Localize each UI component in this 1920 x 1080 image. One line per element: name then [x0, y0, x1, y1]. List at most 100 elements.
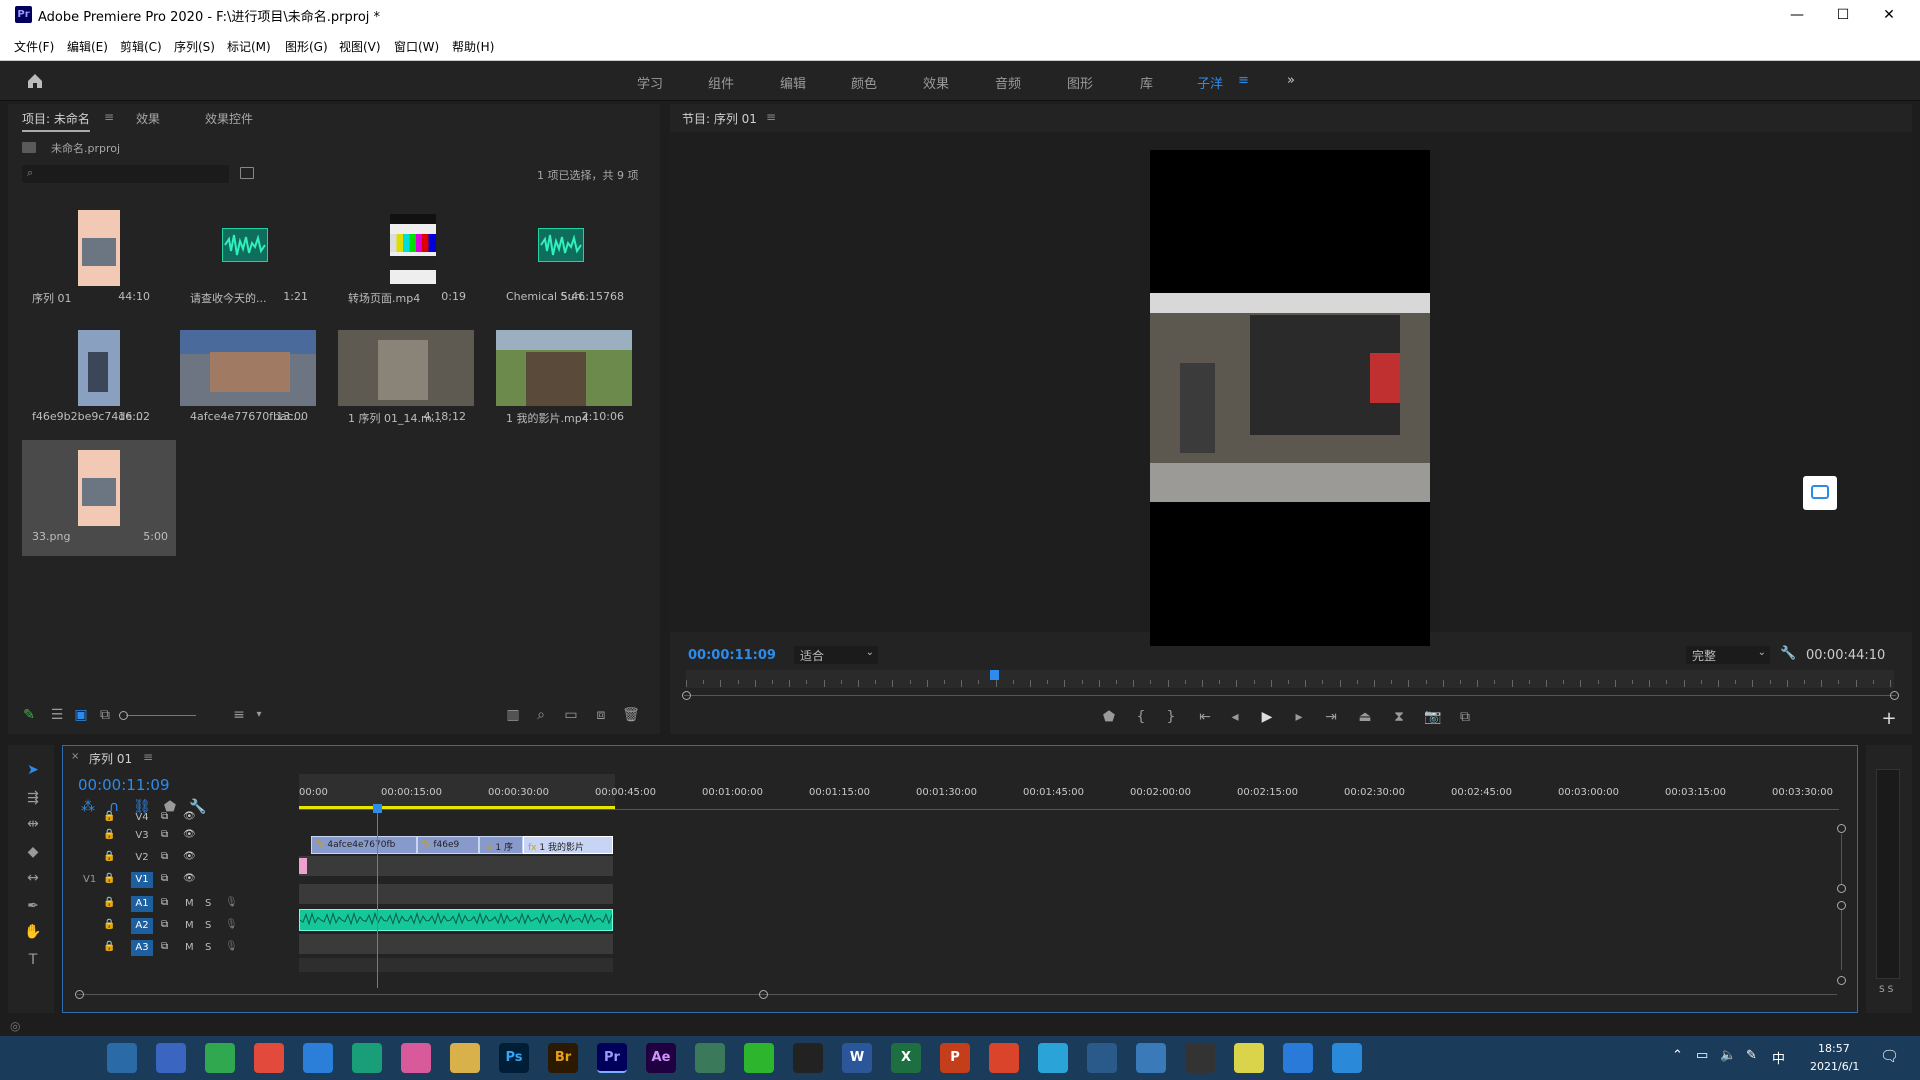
clock-time[interactable]: 18:57 [1818, 1042, 1850, 1055]
taskbar-qq-icon[interactable] [793, 1043, 823, 1073]
taskbar-pr-icon[interactable]: Pr [597, 1043, 627, 1073]
volume-icon[interactable]: 🔈 [1720, 1048, 1736, 1063]
minimize-button[interactable]: — [1774, 0, 1820, 30]
hand-tool-icon[interactable]: ✋ [24, 923, 42, 941]
project-item[interactable]: 请查收今天的... 1:21 [180, 200, 316, 305]
ime-indicator[interactable]: 中 [1772, 1048, 1785, 1067]
menu-edit[interactable]: 编辑(E) [67, 38, 108, 55]
new-bin-icon[interactable]: ▭ [562, 706, 580, 724]
v-zoom-handle-mid[interactable] [1837, 884, 1846, 893]
comparison-view-icon[interactable]: ⧉ [1456, 708, 1474, 726]
a-zoom-handle-bottom[interactable] [1837, 976, 1846, 985]
taskbar-br-icon[interactable]: Br [548, 1043, 578, 1073]
taskbar-search-icon[interactable] [58, 1043, 88, 1073]
mute-button[interactable]: M [185, 920, 194, 931]
project-search-input[interactable]: ⌕ [22, 165, 229, 183]
zoom-level-select[interactable]: 适合 ⌄ [794, 646, 878, 664]
icon-view-icon[interactable]: ▣ [72, 706, 90, 724]
a-zoom-scroll[interactable] [1841, 910, 1842, 970]
menu-view[interactable]: 视图(V) [339, 38, 381, 55]
taskbar-edge-icon[interactable] [303, 1043, 333, 1073]
program-viewport[interactable] [670, 132, 1912, 646]
microphone-icon[interactable]: 🎙 [225, 919, 238, 930]
workspace-editing[interactable]: 编辑 [780, 73, 806, 92]
workspace-effects[interactable]: 效果 [923, 73, 949, 92]
sync-lock-icon[interactable]: ⧉ [161, 919, 168, 930]
project-item[interactable]: 1 序列 01_14.m... 4;18;12 [338, 320, 474, 425]
taskbar-obs-icon[interactable] [1185, 1043, 1215, 1073]
project-item[interactable]: 转场页面.mp4 0:19 [338, 200, 474, 305]
lock-icon[interactable]: 🔒 [103, 829, 115, 840]
taskbar-snip-icon[interactable] [1136, 1043, 1166, 1073]
lock-icon[interactable]: 🔒 [103, 811, 115, 822]
taskbar-play-icon[interactable] [1038, 1043, 1068, 1073]
more-workspaces-button[interactable]: » [1287, 73, 1295, 88]
taskbar-w-icon[interactable]: W [842, 1043, 872, 1073]
workspace-audio[interactable]: 音频 [995, 73, 1021, 92]
taskbar-ae-icon[interactable]: Ae [646, 1043, 676, 1073]
razor-tool-icon[interactable]: ◆ [24, 843, 42, 861]
video-clip[interactable]: fx 4afce4e7670fb [311, 836, 417, 854]
taskbar-paint-icon[interactable] [401, 1043, 431, 1073]
taskbar-monitor-icon[interactable] [1332, 1043, 1362, 1073]
extract-icon[interactable]: ⧗ [1390, 708, 1408, 726]
track-target-toggle[interactable]: V4 [131, 810, 153, 826]
timeline-h-scrollbar[interactable] [77, 994, 1837, 995]
track-select-tool-icon[interactable]: ⇶ [24, 789, 42, 807]
workspace-menu-icon[interactable]: ≡ [1238, 73, 1249, 88]
taskbar-feishu-icon[interactable] [1283, 1043, 1313, 1073]
menu-marker[interactable]: 标记(M) [227, 38, 271, 55]
sync-lock-icon[interactable]: ⧉ [161, 811, 168, 822]
tracks-area[interactable]: fx 4afce4e7670fb fx f46e9 fx 1 序 fx 1 我的… [299, 810, 1599, 988]
taskbar-start-icon[interactable] [9, 1043, 39, 1073]
taskbar-code-icon[interactable] [1087, 1043, 1117, 1073]
taskbar-app2-icon[interactable] [695, 1043, 725, 1073]
zoom-slider-handle[interactable] [119, 711, 128, 720]
v1-clip-start[interactable] [299, 858, 307, 874]
track-target-toggle[interactable]: A2 [131, 918, 153, 934]
lock-icon[interactable]: 🔒 [103, 897, 115, 908]
zoom-scrollbar-handle-left[interactable] [682, 691, 691, 700]
timeline-tab-menu-icon[interactable]: ≡ [143, 750, 153, 764]
program-scrub-bar[interactable] [686, 670, 1894, 688]
pencil-icon[interactable]: ✎ [20, 706, 38, 724]
menu-file[interactable]: 文件(F) [14, 38, 54, 55]
v-zoom-scroll[interactable] [1841, 834, 1842, 884]
slip-tool-icon[interactable]: ↔ [24, 869, 42, 887]
workspace-custom[interactable]: 子洋 [1197, 73, 1223, 92]
project-item[interactable]: 序列 01 44:10 [22, 200, 158, 305]
automate-sequence-icon[interactable]: ▥ [504, 706, 522, 724]
lift-icon[interactable]: ⏏ [1356, 708, 1374, 726]
h-zoom-handle-right[interactable] [759, 990, 768, 999]
solo-button[interactable]: S [205, 898, 211, 909]
taskbar-photos-icon[interactable] [205, 1043, 235, 1073]
taskbar-chrome-icon[interactable] [254, 1043, 284, 1073]
taskbar-app-icon[interactable] [156, 1043, 186, 1073]
clock-date[interactable]: 2021/6/1 [1810, 1060, 1859, 1073]
chevron-up-icon[interactable]: ⌃ [1672, 1048, 1683, 1063]
sort-dropdown-icon[interactable]: ▾ [250, 706, 268, 724]
sync-lock-icon[interactable]: ⧉ [161, 873, 168, 884]
sync-lock-icon[interactable]: ⧉ [161, 941, 168, 952]
project-item[interactable]: 1 我的影片.mp4 2:10:06 [496, 320, 632, 425]
solo-button[interactable]: S [205, 920, 211, 931]
workspace-learn[interactable]: 学习 [637, 73, 663, 92]
new-item-icon[interactable]: ⧈ [592, 706, 610, 724]
track-target-toggle[interactable]: V2 [131, 850, 153, 866]
microphone-icon[interactable]: 🎙 [225, 897, 238, 908]
network-icon[interactable]: ▭ [1696, 1048, 1708, 1063]
tab-program[interactable]: 节目: 序列 01 [682, 110, 757, 127]
timeline-playhead[interactable] [373, 804, 382, 813]
zoom-slider[interactable] [126, 715, 196, 716]
eye-icon[interactable]: 👁 [183, 829, 196, 840]
project-item[interactable]: 4afce4e77670fbac... 13:00 [180, 320, 316, 423]
taskbar-x-icon[interactable]: X [891, 1043, 921, 1073]
button-editor-plus-icon[interactable]: + [1880, 710, 1898, 728]
step-back-icon[interactable]: ◂ [1226, 708, 1244, 726]
taskbar-xmind-icon[interactable] [989, 1043, 1019, 1073]
track-target-toggle[interactable]: V1 [131, 872, 153, 888]
status-icon[interactable]: ◎ [10, 1019, 20, 1033]
project-tab-menu-icon[interactable]: ≡ [104, 110, 114, 124]
mute-button[interactable]: M [185, 942, 194, 953]
menu-help[interactable]: 帮助(H) [452, 38, 494, 55]
